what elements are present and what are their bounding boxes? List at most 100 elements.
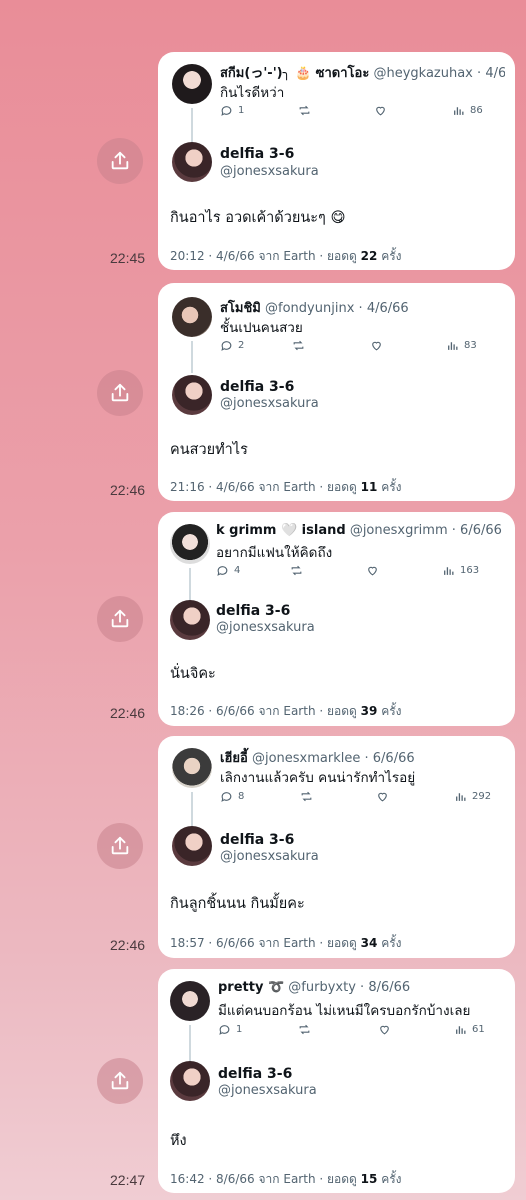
footer-date: 4/6/66 bbox=[216, 249, 255, 263]
tweet-footer: 20:12 · 4/6/66 จาก Earth · ยอดดู 22 ครั้… bbox=[170, 249, 402, 263]
sent-time: 22:47 bbox=[110, 1172, 146, 1188]
sent-time: 22:46 bbox=[110, 937, 146, 953]
retweet-icon bbox=[299, 105, 310, 116]
reply-action[interactable]: 1 bbox=[220, 104, 244, 117]
share-icon bbox=[111, 383, 129, 402]
share-button[interactable] bbox=[97, 1058, 143, 1104]
views-label: ยอดดู bbox=[327, 1172, 357, 1186]
quoted-name[interactable]: pretty ➰ bbox=[218, 980, 284, 995]
share-button[interactable] bbox=[97, 138, 143, 184]
quoted-text: ชั้นเปนคนสวย bbox=[220, 320, 303, 336]
quoted-handle[interactable]: @jonesxmarklee bbox=[252, 751, 360, 766]
quoted-header: เฮียอี้ @jonesxmarklee · 6/6/66 bbox=[220, 747, 505, 768]
views-action[interactable]: 292 bbox=[454, 790, 491, 803]
self-handle[interactable]: @jonesxsakura bbox=[220, 849, 319, 864]
retweet-action[interactable] bbox=[298, 1023, 311, 1036]
tweet-footer: 16:42 · 8/6/66 จาก Earth · ยอดดู 15 ครั้… bbox=[170, 1172, 402, 1186]
reply-text: นั่นจิคะ bbox=[170, 666, 216, 682]
views-count: 83 bbox=[464, 340, 477, 351]
retweet-action[interactable] bbox=[292, 339, 305, 352]
avatar[interactable] bbox=[172, 297, 212, 337]
from-label: จาก bbox=[258, 1172, 280, 1186]
source-label: Earth bbox=[283, 249, 316, 263]
tweet-card[interactable]: เฮียอี้ @jonesxmarklee · 6/6/66 เลิกงานแ… bbox=[158, 736, 515, 958]
self-name[interactable]: delfia 3-6 bbox=[216, 603, 290, 619]
quoted-name[interactable]: สกีม(っ'-')╮ 🎂 ซาดาโอะ bbox=[220, 66, 369, 81]
quoted-name[interactable]: k grimm 🤍 island bbox=[216, 523, 346, 538]
tweet-card[interactable]: สกีม(っ'-')╮ 🎂 ซาดาโอะ @heygkazuhax · 4/6… bbox=[158, 52, 515, 270]
views-action[interactable]: 61 bbox=[454, 1023, 485, 1036]
retweet-action[interactable] bbox=[290, 564, 303, 577]
footer-views: 22 bbox=[360, 249, 378, 263]
reply-action[interactable]: 4 bbox=[216, 564, 240, 577]
avatar-self[interactable] bbox=[172, 375, 212, 415]
reply-text: กินอาไร อวดเค้าด้วยนะๆ 😋 bbox=[170, 210, 346, 226]
action-bar: 1 61 bbox=[218, 1023, 495, 1039]
views-icon bbox=[444, 567, 454, 575]
avatar[interactable] bbox=[172, 64, 212, 104]
thread-line bbox=[189, 568, 191, 600]
self-name[interactable]: delfia 3-6 bbox=[220, 379, 294, 395]
like-action[interactable] bbox=[366, 564, 379, 577]
avatar[interactable] bbox=[170, 524, 210, 564]
retweet-icon bbox=[293, 340, 304, 351]
like-action[interactable] bbox=[378, 1023, 391, 1036]
source-label: Earth bbox=[283, 1172, 316, 1186]
tweet-footer: 18:26 · 6/6/66 จาก Earth · ยอดดู 39 ครั้… bbox=[170, 704, 402, 718]
thread-line bbox=[191, 792, 193, 826]
self-handle[interactable]: @jonesxsakura bbox=[220, 396, 319, 411]
retweet-action[interactable] bbox=[300, 790, 313, 803]
times-label: ครั้ง bbox=[381, 704, 402, 718]
retweet-action[interactable] bbox=[298, 104, 311, 117]
avatar-self[interactable] bbox=[172, 142, 212, 182]
self-name[interactable]: delfia 3-6 bbox=[218, 1066, 292, 1082]
tweet-card[interactable]: k grimm 🤍 island @jonesxgrimm · 6/6/66 อ… bbox=[158, 512, 515, 726]
footer-time: 18:26 bbox=[170, 704, 205, 718]
tweet-card[interactable]: pretty ➰ @furbyxty · 8/6/66 มีแต่คนบอกร้… bbox=[158, 969, 515, 1193]
like-action[interactable] bbox=[376, 790, 389, 803]
quoted-handle[interactable]: @fondyunjinx bbox=[265, 301, 354, 316]
avatar-self[interactable] bbox=[172, 826, 212, 866]
quoted-handle[interactable]: @furbyxty bbox=[288, 980, 356, 995]
reply-action[interactable]: 8 bbox=[220, 790, 244, 803]
action-bar: 2 83 bbox=[220, 339, 495, 355]
like-action[interactable] bbox=[370, 339, 383, 352]
quoted-text: เลิกงานแล้วครับ คนน่ารักทำไรอยู่ bbox=[220, 770, 416, 786]
share-button[interactable] bbox=[97, 370, 143, 416]
footer-date: 6/6/66 bbox=[216, 936, 255, 950]
share-button[interactable] bbox=[97, 823, 143, 869]
views-action[interactable]: 86 bbox=[452, 104, 483, 117]
self-name[interactable]: delfia 3-6 bbox=[220, 832, 294, 848]
quoted-handle[interactable]: @jonesxgrimm bbox=[350, 523, 448, 538]
tweet-footer: 21:16 · 4/6/66 จาก Earth · ยอดดู 11 ครั้… bbox=[170, 480, 402, 494]
views-action[interactable]: 163 bbox=[442, 564, 479, 577]
views-label: ยอดดู bbox=[327, 249, 357, 263]
views-count: 292 bbox=[472, 791, 492, 802]
quoted-date: 4/6/66 bbox=[485, 66, 505, 81]
footer-views: 15 bbox=[360, 1172, 378, 1186]
views-action[interactable]: 83 bbox=[446, 339, 477, 352]
quoted-name[interactable]: สโมชิมิ bbox=[220, 301, 261, 316]
self-handle[interactable]: @jonesxsakura bbox=[220, 164, 319, 179]
reply-text: คนสวยทำไร bbox=[170, 442, 248, 458]
like-action[interactable] bbox=[374, 104, 387, 117]
tweet-card[interactable]: สโมชิมิ @fondyunjinx · 4/6/66 ชั้นเปนคนส… bbox=[158, 283, 515, 501]
share-button[interactable] bbox=[97, 596, 143, 642]
avatar-self[interactable] bbox=[170, 600, 210, 640]
reply-action[interactable]: 1 bbox=[218, 1023, 242, 1036]
share-icon bbox=[111, 836, 129, 855]
avatar[interactable] bbox=[172, 748, 212, 788]
reply-action[interactable]: 2 bbox=[220, 339, 244, 352]
self-name[interactable]: delfia 3-6 bbox=[220, 146, 294, 162]
quoted-text: มีแต่คนบอกร้อน ไม่เหนมีใครบอกรักบ้างเลย bbox=[218, 1003, 471, 1019]
quoted-handle[interactable]: @heygkazuhax bbox=[373, 66, 472, 81]
self-handle[interactable]: @jonesxsakura bbox=[216, 620, 315, 635]
avatar[interactable] bbox=[170, 981, 210, 1021]
retweet-icon bbox=[299, 1024, 310, 1035]
self-handle[interactable]: @jonesxsakura bbox=[218, 1083, 317, 1098]
avatar-self[interactable] bbox=[170, 1061, 210, 1101]
quoted-date: 6/6/66 bbox=[372, 751, 415, 766]
reply-count: 2 bbox=[238, 340, 245, 351]
quoted-name[interactable]: เฮียอี้ bbox=[220, 751, 248, 766]
footer-views: 11 bbox=[360, 480, 378, 494]
